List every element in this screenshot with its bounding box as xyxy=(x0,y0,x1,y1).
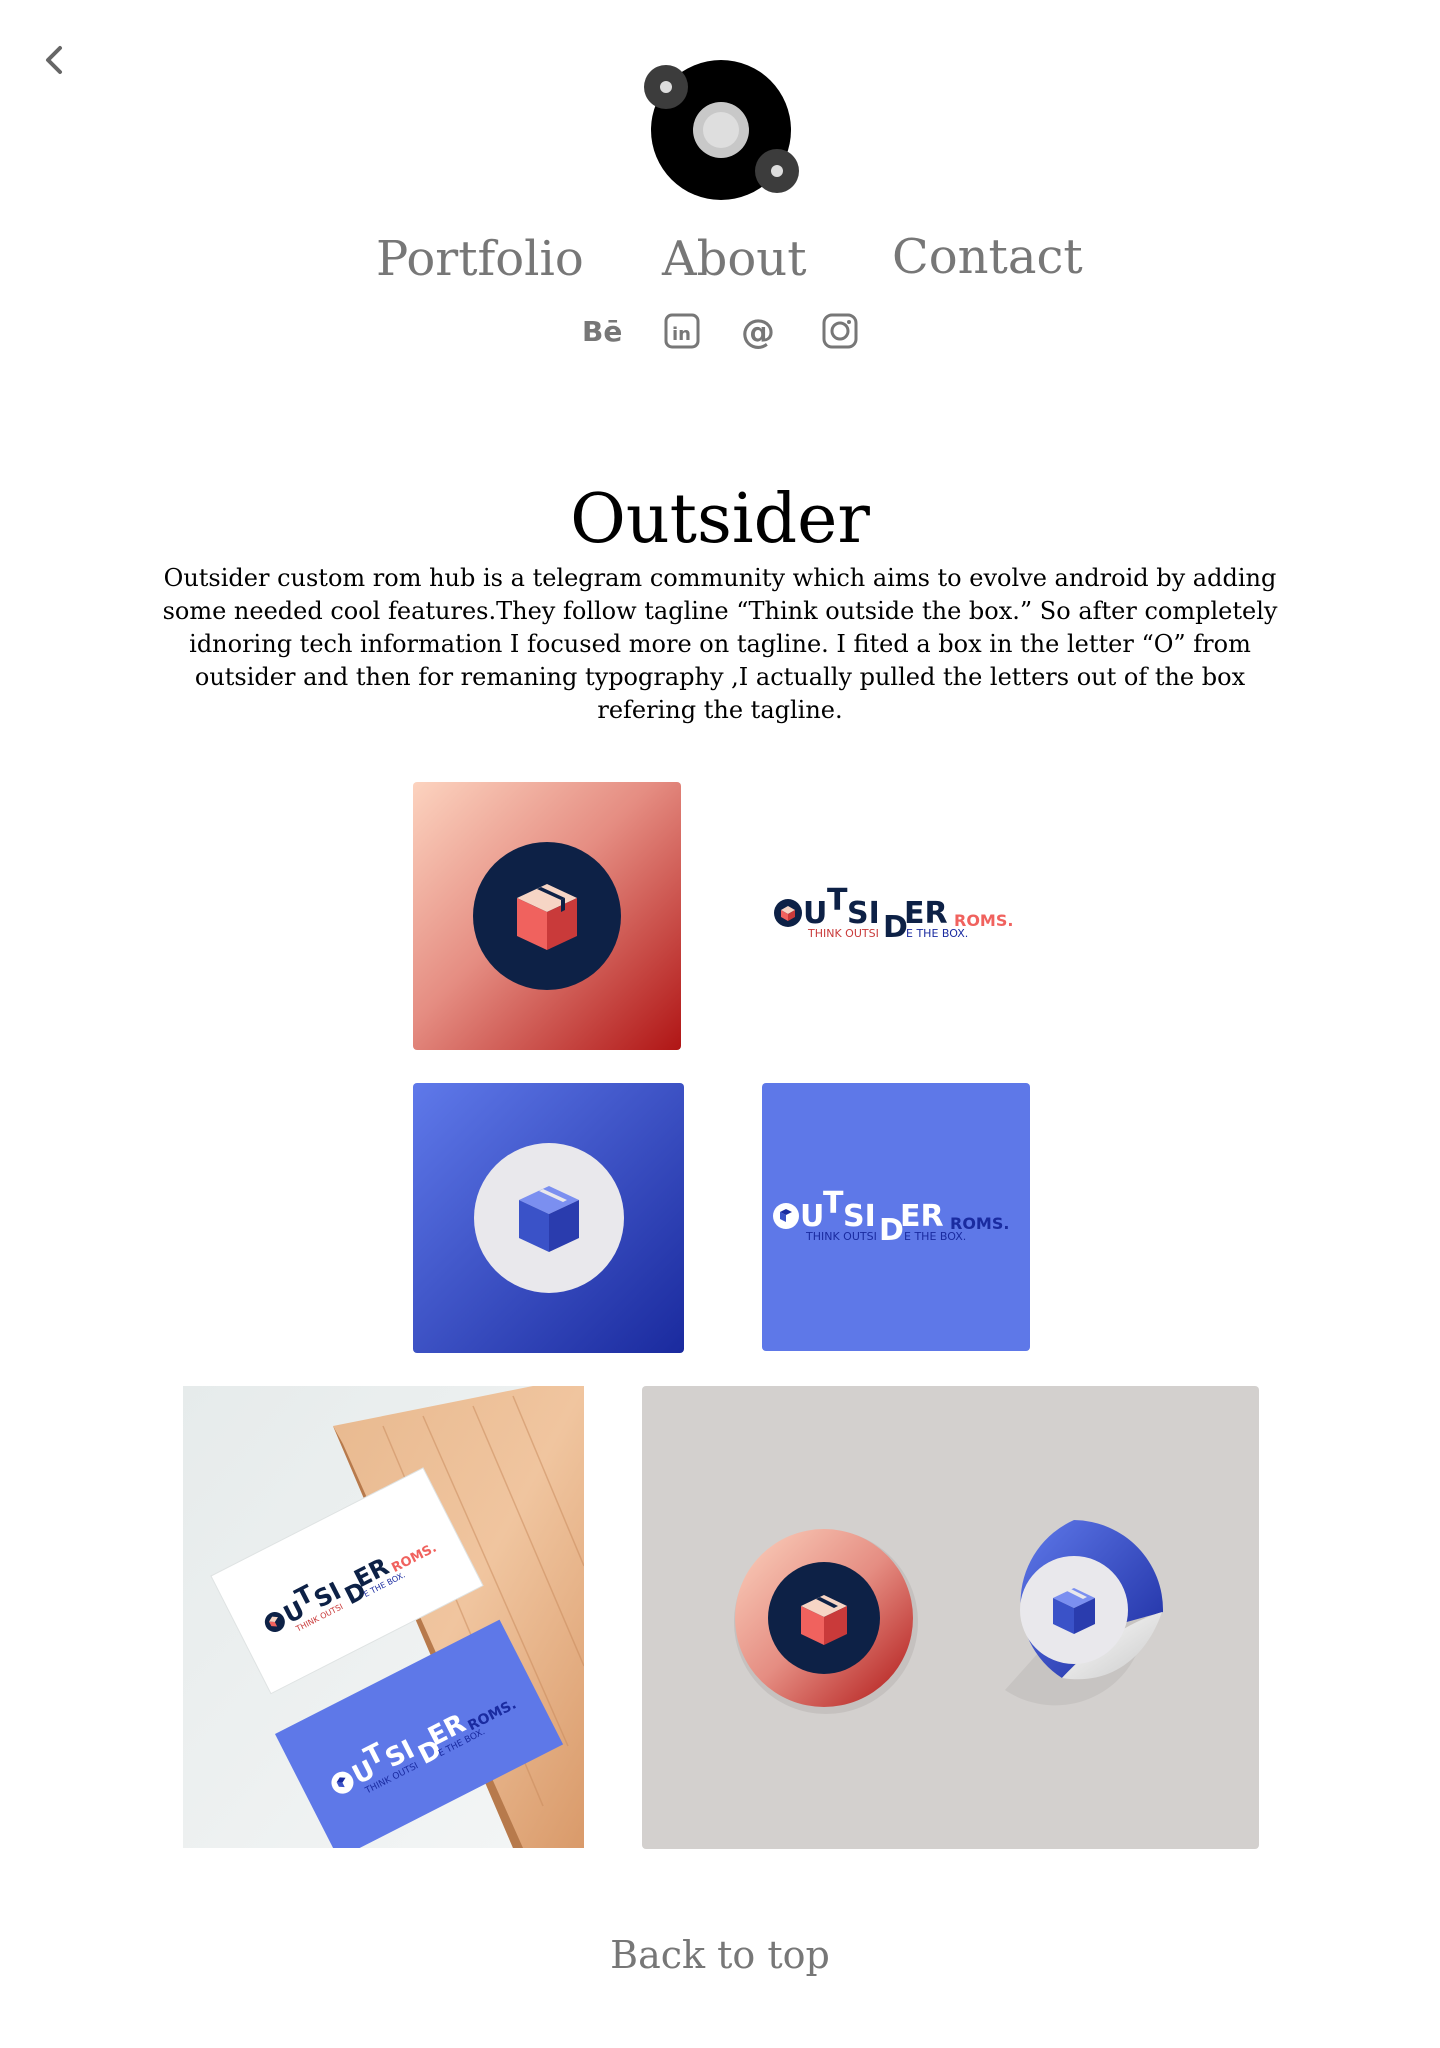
logo-icon-coral-tile xyxy=(413,782,681,1050)
sticker-mockup xyxy=(642,1386,1259,1849)
back-to-top-container: Back to top xyxy=(0,1928,1440,1982)
back-to-top-link[interactable]: Back to top xyxy=(610,1933,830,1977)
wordmark-letter: SI xyxy=(843,1199,876,1234)
nav-contact[interactable]: Contact xyxy=(892,222,1083,292)
svg-text:Bē: Bē xyxy=(582,315,622,348)
logo-icon-blue-tile xyxy=(413,1083,684,1353)
email-at-icon: @ xyxy=(741,312,775,352)
behance-icon: Bē xyxy=(582,315,622,348)
project-title: Outsider xyxy=(570,480,870,559)
wordmark-tagline: E THE BOX. xyxy=(906,927,968,940)
wordmark-letter: U xyxy=(803,896,827,931)
wordmark-letter: T xyxy=(823,1186,844,1221)
chevron-left-icon xyxy=(46,46,62,74)
box-icon xyxy=(517,884,577,950)
email-link[interactable]: @ xyxy=(738,309,782,353)
svg-text:in: in xyxy=(672,324,691,345)
business-card-mockup: U T SI D ER ROMS. THINK OUTSI E THE BOX.… xyxy=(183,1386,584,1848)
nav-portfolio[interactable]: Portfolio xyxy=(376,224,584,294)
nav-about[interactable]: About xyxy=(662,224,807,294)
linkedin-icon: in xyxy=(664,313,700,349)
wordmark-tagline: THINK OUTSI xyxy=(807,927,879,940)
social-links: Bē in @ xyxy=(580,309,870,353)
orbit-logo-icon xyxy=(644,60,799,200)
box-icon xyxy=(519,1186,579,1252)
site-logo[interactable] xyxy=(641,55,801,205)
instagram-icon xyxy=(822,313,858,349)
wordmark-letter: U xyxy=(800,1199,824,1234)
behance-link[interactable]: Bē xyxy=(580,309,624,353)
main-nav: Portfolio About Contact xyxy=(0,220,1440,290)
svg-text:@: @ xyxy=(741,312,775,352)
wordmark-letter: T xyxy=(827,883,848,918)
wordmark-letter: ER xyxy=(904,896,948,931)
wordmark-letter: ER xyxy=(900,1199,944,1234)
wordmark-blue-tile: U T SI D ER ROMS. THINK OUTSI E THE BOX. xyxy=(762,1083,1030,1351)
wordmark-tagline: THINK OUTSI xyxy=(805,1230,877,1243)
project-description: Outsider custom rom hub is a telegram co… xyxy=(162,564,1278,724)
instagram-link[interactable] xyxy=(818,309,862,353)
wordmark-white-tile: U T SI D ER ROMS. THINK OUTSI E THE BOX. xyxy=(740,782,1050,1050)
back-button[interactable] xyxy=(36,40,76,80)
wordmark-tagline: E THE BOX. xyxy=(904,1230,966,1243)
linkedin-link[interactable]: in xyxy=(660,309,704,353)
wordmark-letter: SI xyxy=(847,896,880,931)
